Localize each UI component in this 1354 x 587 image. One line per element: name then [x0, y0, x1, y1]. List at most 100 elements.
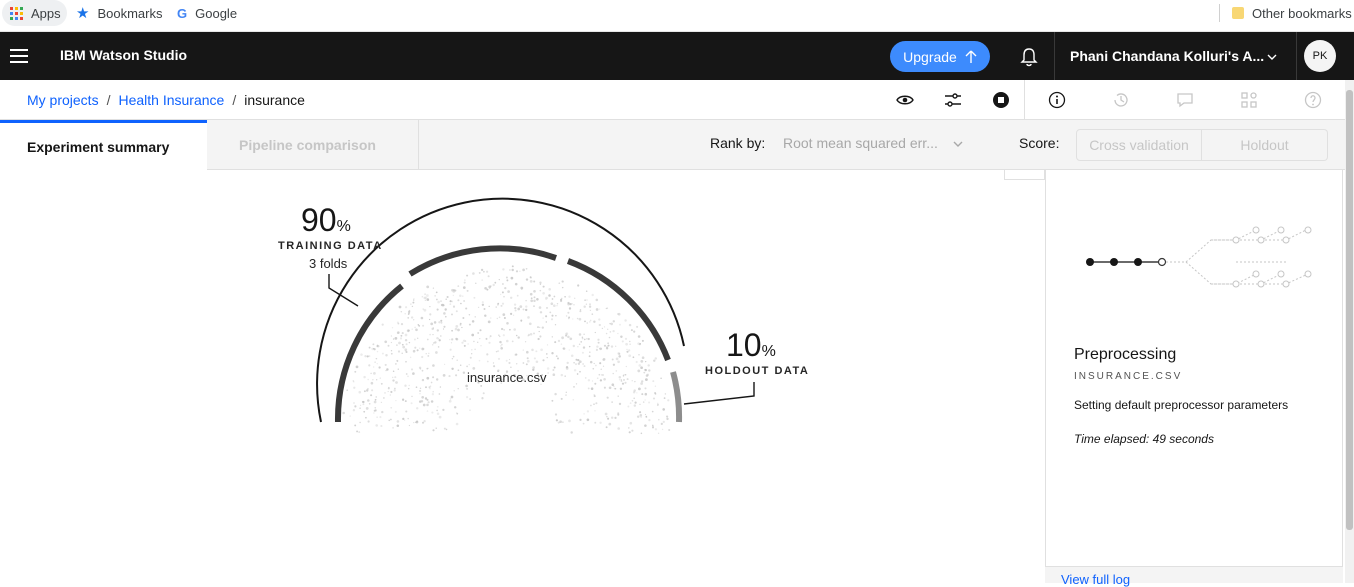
data-dot [456, 359, 458, 361]
data-dot [608, 422, 612, 426]
data-dot [483, 307, 486, 311]
data-dot [461, 341, 464, 344]
bookmark-bookmarks[interactable]: ★ Bookmarks [76, 0, 162, 26]
data-dot [611, 358, 614, 361]
data-dot [445, 428, 448, 431]
data-dot [644, 368, 646, 371]
score-cross-validation-button[interactable]: Cross validation [1076, 129, 1202, 161]
data-dot [426, 294, 429, 297]
data-dot [594, 421, 597, 424]
data-dot [506, 279, 509, 282]
data-dot [526, 359, 530, 363]
avatar[interactable]: PK [1304, 40, 1336, 72]
data-dot [503, 329, 505, 331]
data-dot [633, 397, 635, 400]
data-dot [426, 338, 429, 341]
data-dot [644, 387, 647, 390]
info-icon[interactable] [1047, 90, 1067, 110]
data-dot [396, 321, 399, 324]
breadcrumb-my-projects[interactable]: My projects [27, 92, 99, 108]
data-dot [428, 352, 430, 355]
bookmark-google[interactable]: G Google [177, 0, 237, 26]
breadcrumb-current: insurance [244, 92, 305, 108]
data-dot [512, 314, 515, 316]
stop-icon[interactable] [991, 90, 1011, 110]
data-dot [514, 282, 518, 286]
data-dot [548, 288, 551, 291]
bookmark-apps[interactable]: Apps [2, 0, 67, 26]
data-dot [658, 418, 660, 421]
data-dot [486, 353, 489, 356]
data-dot [652, 380, 655, 383]
score-holdout-button[interactable]: Holdout [1202, 129, 1328, 161]
data-dot [539, 283, 542, 286]
data-dot [582, 363, 584, 365]
data-dot [398, 305, 402, 309]
data-dot [529, 280, 533, 283]
data-dot [565, 394, 567, 396]
pipeline-node [1086, 258, 1094, 266]
holdout-arc-segment [670, 371, 683, 423]
data-dot [486, 288, 489, 291]
data-dot [481, 279, 484, 281]
tab-pipeline-comparison[interactable]: Pipeline comparison [207, 120, 419, 170]
data-dot [582, 422, 585, 425]
breadcrumb: My projects / Health Insurance / insuran… [27, 92, 305, 108]
data-dot [481, 303, 485, 306]
chevron-down-icon[interactable] [1266, 51, 1278, 63]
data-dot [342, 411, 345, 415]
data-dot [463, 300, 466, 302]
data-dot [422, 421, 424, 424]
data-dot [423, 308, 427, 312]
data-dot [585, 337, 588, 340]
view-full-log-link[interactable]: View full log [1061, 572, 1130, 587]
data-dot [501, 283, 504, 285]
data-dot [402, 417, 405, 421]
product-name[interactable]: IBM Watson Studio [60, 47, 187, 63]
bell-icon[interactable] [1018, 46, 1040, 68]
data-dot [617, 312, 621, 316]
menu-icon[interactable] [10, 49, 28, 63]
tab-experiment-summary[interactable]: Experiment summary [0, 120, 207, 170]
account-switcher[interactable]: Phani Chandana Kolluri's A... [1070, 48, 1264, 64]
data-dot [401, 343, 404, 346]
data-dot [436, 298, 438, 301]
upgrade-button[interactable]: Upgrade [890, 41, 990, 72]
bookmark-other[interactable]: Other bookmarks [1232, 0, 1352, 26]
data-dot [448, 399, 452, 403]
data-dot [400, 323, 404, 326]
data-dot [589, 321, 591, 323]
data-dot [603, 377, 606, 381]
scrollbar-thumb[interactable] [1346, 90, 1353, 530]
data-dot [403, 419, 406, 421]
eye-icon[interactable] [895, 90, 915, 110]
data-dot [494, 281, 497, 284]
data-dot [395, 363, 397, 365]
progress-panel: Preprocessing INSURANCE.CSV Setting defa… [1045, 170, 1343, 583]
data-dot [435, 378, 439, 381]
data-dot [497, 350, 500, 353]
data-dot [392, 379, 395, 382]
data-dot [394, 388, 396, 390]
data-dot [654, 357, 658, 360]
data-dot [352, 380, 355, 382]
data-dot [558, 282, 561, 285]
training-folds: 3 folds [309, 256, 348, 271]
data-dot [466, 289, 469, 292]
data-dot [388, 419, 390, 422]
data-dot [511, 340, 514, 343]
chevron-down-icon[interactable] [952, 138, 964, 150]
data-dot [471, 353, 473, 355]
data-dot [405, 373, 408, 375]
breadcrumb-health-insurance[interactable]: Health Insurance [118, 92, 224, 108]
settings-sliders-icon[interactable] [943, 90, 963, 110]
data-dot [390, 335, 393, 337]
data-dot [588, 305, 592, 308]
data-dot [554, 341, 557, 344]
rank-by-dropdown[interactable]: Root mean squared err... [783, 135, 938, 151]
data-dot [390, 352, 393, 355]
data-dot [419, 389, 422, 393]
data-dot [381, 410, 384, 414]
comment-icon [1175, 90, 1195, 110]
data-dot [474, 316, 476, 318]
